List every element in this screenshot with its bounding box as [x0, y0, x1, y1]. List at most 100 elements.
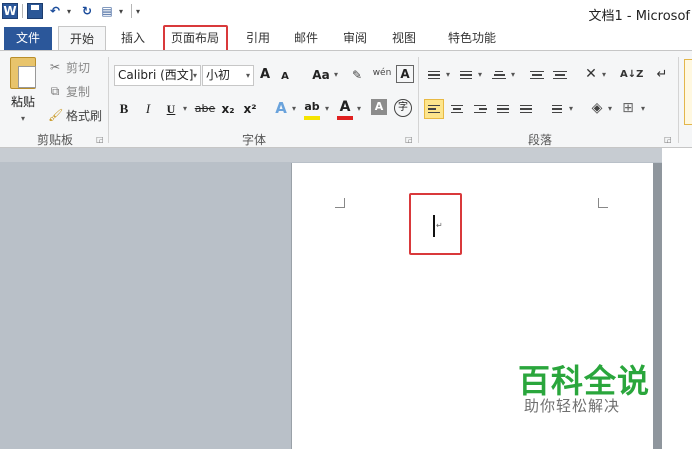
font-color-dropdown-icon[interactable]: ▾ [355, 99, 363, 119]
print-preview-icon[interactable]: ▤ [99, 3, 115, 19]
borders-icon[interactable]: ⊞ [620, 98, 636, 118]
enclose-chars-button[interactable]: 字 [394, 99, 412, 117]
print-dropdown-icon[interactable]: ▾ [119, 7, 127, 16]
chinese-layout-dropdown-icon[interactable]: ▾ [600, 65, 608, 85]
borders-dropdown-icon[interactable]: ▾ [639, 99, 647, 119]
window-title: 文档1 - Microsof [588, 9, 690, 24]
scissors-icon: ✂ [49, 60, 61, 74]
tab-insert[interactable]: 插入 [112, 26, 154, 50]
bold-button[interactable]: B [116, 99, 132, 119]
highlight-color-bar [304, 116, 320, 120]
copy-icon: ⧉ [50, 83, 60, 98]
font-color-button[interactable]: A [336, 97, 354, 117]
text-effects-button[interactable]: A [272, 98, 290, 118]
tab-mailings[interactable]: 邮件 [288, 26, 324, 50]
font-color-bar [337, 116, 353, 120]
font-size-dropdown-icon[interactable]: ▾ [246, 66, 250, 85]
highlight-button[interactable]: ab [302, 97, 322, 117]
undo-dropdown-icon[interactable]: ▾ [67, 7, 75, 16]
word-logo-icon[interactable]: W [2, 3, 18, 19]
font-name-value: Calibri (西文] [118, 68, 194, 82]
paste-dropdown-icon[interactable]: ▾ [21, 114, 25, 123]
cut-button[interactable]: ✂ 剪切 [48, 57, 90, 77]
font-launcher-icon[interactable]: ◲ [405, 135, 413, 144]
underline-button[interactable]: U [163, 99, 179, 119]
redo-icon[interactable]: ↻ [79, 3, 95, 19]
group-divider [678, 57, 679, 143]
shrink-font-button[interactable]: A [279, 67, 291, 87]
font-size-value: 小初 [206, 68, 231, 82]
show-marks-icon[interactable]: ↵ [655, 65, 669, 85]
bullets-dropdown-icon[interactable]: ▾ [444, 65, 452, 85]
tab-view[interactable]: 视图 [386, 26, 422, 50]
multilevel-dropdown-icon[interactable]: ▾ [509, 65, 517, 85]
save-icon[interactable] [27, 3, 43, 19]
copy-label: 复制 [66, 84, 91, 99]
paste-button[interactable]: 粘贴 ▾ [6, 57, 40, 125]
clipboard-launcher-icon[interactable]: ◲ [96, 135, 104, 144]
align-left-button[interactable] [424, 99, 444, 119]
paragraph-group-label: 段落 [527, 133, 552, 147]
line-spacing-dropdown-icon[interactable]: ▾ [567, 99, 575, 119]
grow-font-button[interactable]: A [258, 65, 272, 85]
pinyin-guide-button[interactable]: wén [372, 63, 392, 83]
right-pane [662, 148, 692, 449]
italic-button[interactable]: I [140, 99, 156, 119]
change-case-dropdown-icon[interactable]: ▾ [332, 65, 340, 85]
page-layout-highlight [163, 25, 228, 52]
font-name-dropdown-icon[interactable]: ▾ [193, 66, 197, 85]
highlight-dropdown-icon[interactable]: ▾ [323, 99, 331, 119]
change-case-button[interactable]: Aa [310, 65, 332, 85]
format-painter-button[interactable]: 🖌 格式刷 [48, 105, 102, 125]
font-name-box[interactable]: Calibri (西文] ▾ [114, 65, 201, 86]
margin-corner-top-left [335, 198, 345, 208]
workspace-top-strip [0, 148, 692, 162]
align-center-button[interactable] [447, 99, 467, 119]
sort-button[interactable]: A↓Z [620, 65, 643, 85]
format-painter-label: 格式刷 [66, 108, 103, 123]
multilevel-list-button[interactable] [489, 65, 509, 85]
numbering-dropdown-icon[interactable]: ▾ [476, 65, 484, 85]
justify-button[interactable] [493, 99, 513, 119]
cursor-highlight [409, 193, 462, 255]
underline-dropdown-icon[interactable]: ▾ [181, 99, 189, 119]
brush-icon: 🖌 [48, 108, 64, 122]
superscript-button[interactable]: x² [241, 99, 259, 119]
strikethrough-button[interactable]: abe [194, 99, 216, 119]
group-divider [108, 57, 109, 143]
divider [22, 4, 23, 18]
font-size-box[interactable]: 小初 ▾ [202, 65, 254, 86]
char-border-button[interactable]: A [396, 65, 414, 83]
font-group-label: 字体 [241, 133, 266, 147]
paste-icon [10, 57, 36, 89]
bullets-button[interactable] [424, 65, 444, 85]
styles-gallery-edge[interactable] [684, 59, 692, 125]
undo-icon[interactable]: ↶ [47, 3, 63, 19]
increase-indent-button[interactable] [550, 65, 570, 85]
paragraph-launcher-icon[interactable]: ◲ [664, 135, 672, 144]
tab-home[interactable]: 开始 [58, 26, 106, 51]
page-shadow [653, 163, 662, 449]
line-spacing-button[interactable] [547, 99, 567, 119]
align-right-button[interactable] [470, 99, 490, 119]
chinese-layout-icon[interactable]: ✕ [582, 64, 600, 84]
numbering-button[interactable] [456, 65, 476, 85]
decrease-indent-button[interactable] [527, 65, 547, 85]
clear-format-icon[interactable]: ✎ [347, 65, 367, 85]
ribbon-home: 粘贴 ▾ ✂ 剪切 ⧉ 复制 🖌 格式刷 剪贴板 ◲ Calibri (西文] … [0, 50, 692, 148]
margin-corner-top-right [598, 198, 608, 208]
tab-review[interactable]: 审阅 [337, 26, 373, 50]
tab-references[interactable]: 引用 [240, 26, 276, 50]
tab-special-features[interactable]: 特色功能 [440, 26, 504, 50]
title-bar: W ↶ ▾ ↻ ▤ ▾ ▾ 文档1 - Microsof [0, 0, 692, 26]
shading-icon[interactable]: ◈ [588, 98, 606, 118]
char-shading-button[interactable]: A [371, 99, 387, 115]
subscript-button[interactable]: x₂ [219, 99, 237, 119]
shading-dropdown-icon[interactable]: ▾ [606, 99, 614, 119]
text-effects-dropdown-icon[interactable]: ▾ [290, 99, 298, 119]
customize-qat-icon[interactable]: ▾ [136, 7, 144, 16]
tab-file[interactable]: 文件 [4, 27, 52, 50]
copy-button[interactable]: ⧉ 复制 [48, 81, 90, 101]
distributed-button[interactable] [516, 99, 536, 119]
quick-access-toolbar: W ↶ ▾ ↻ ▤ ▾ ▾ [2, 3, 144, 19]
